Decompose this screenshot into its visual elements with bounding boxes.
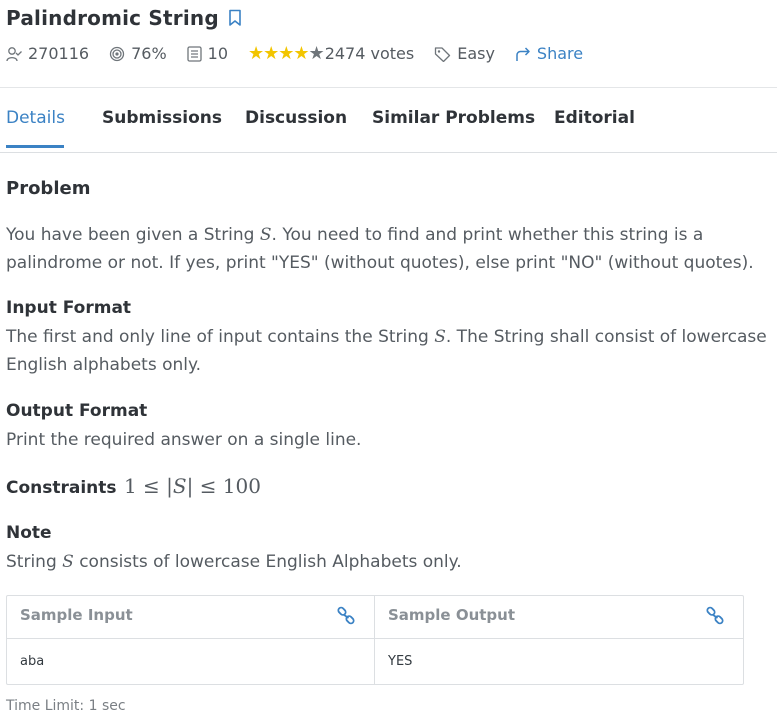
sample-input-value: aba [20,654,45,669]
note-heading: Note [6,523,52,543]
success-rate-value: 76% [131,44,167,63]
active-tab-indicator [6,145,64,148]
share-icon [516,46,530,61]
variable-s: S [62,552,74,572]
bookmark-icon[interactable] [228,9,242,27]
tab-bar: Details Submissions Discussion Similar P… [0,87,777,153]
sample-output-heading: Sample Output [388,606,516,624]
star-rating-empty: ★ [308,43,325,64]
problem-statement: You have been given a String S. You need… [6,225,754,273]
sample-output-column: Sample Output YES [375,596,743,684]
constraints: Constraints 1 ≤ |S| ≤ 100 [6,474,261,498]
sample-output-value: YES [388,654,413,669]
success-rate: 76% [109,44,167,63]
user-check-icon [6,46,22,61]
target-icon [109,46,125,61]
tag-icon [435,46,451,62]
title-row: Palindromic String [6,6,242,30]
tab-details[interactable]: Details [6,108,65,128]
page-title: Palindromic String [6,6,219,30]
max-score: 10 [186,44,228,63]
input-format-heading: Input Format [6,298,132,318]
link-icon[interactable] [705,606,725,630]
star-rating-filled: ★★★★ [248,43,310,64]
max-score-value: 10 [207,44,228,63]
sample-header-divider [7,638,743,639]
list-icon [186,45,202,62]
share-button[interactable]: Share [515,44,583,63]
tab-submissions[interactable]: Submissions [102,108,222,128]
output-format-heading: Output Format [6,401,148,421]
votes-count: 2474 votes [324,44,415,63]
sample-io-table: Sample Input aba Sample Output YES [6,595,744,685]
variable-s: S [434,327,446,347]
solved-count: 270116 [6,44,89,63]
tab-editorial[interactable]: Editorial [554,108,635,128]
problem-meta: 270116 76% 10 ★★★★ ★ 2474 votes Easy Share [6,43,603,64]
problem-heading: Problem [6,178,91,199]
share-label: Share [536,44,584,63]
output-format-text: Print the required answer on a single li… [6,430,362,450]
link-icon[interactable] [336,606,356,630]
tab-discussion[interactable]: Discussion [245,108,347,128]
variable-s: S [259,225,272,245]
constraints-label: Constraints [6,478,117,498]
difficulty: Easy [434,44,495,63]
time-limit-text: Time Limit: 1 sec [6,698,126,714]
note-text: String S consists of lowercase English A… [6,552,462,572]
input-format-text: The first and only line of input contain… [6,327,767,375]
sample-input-column: Sample Input aba [7,596,375,684]
difficulty-value: Easy [457,44,495,63]
sample-input-heading: Sample Input [20,606,133,624]
tab-similar-problems[interactable]: Similar Problems [372,108,535,128]
rating[interactable]: ★★★★ ★ 2474 votes [248,43,414,64]
constraints-expression: 1 ≤ |S| ≤ 100 [123,474,261,498]
solved-count-value: 270116 [28,44,90,63]
